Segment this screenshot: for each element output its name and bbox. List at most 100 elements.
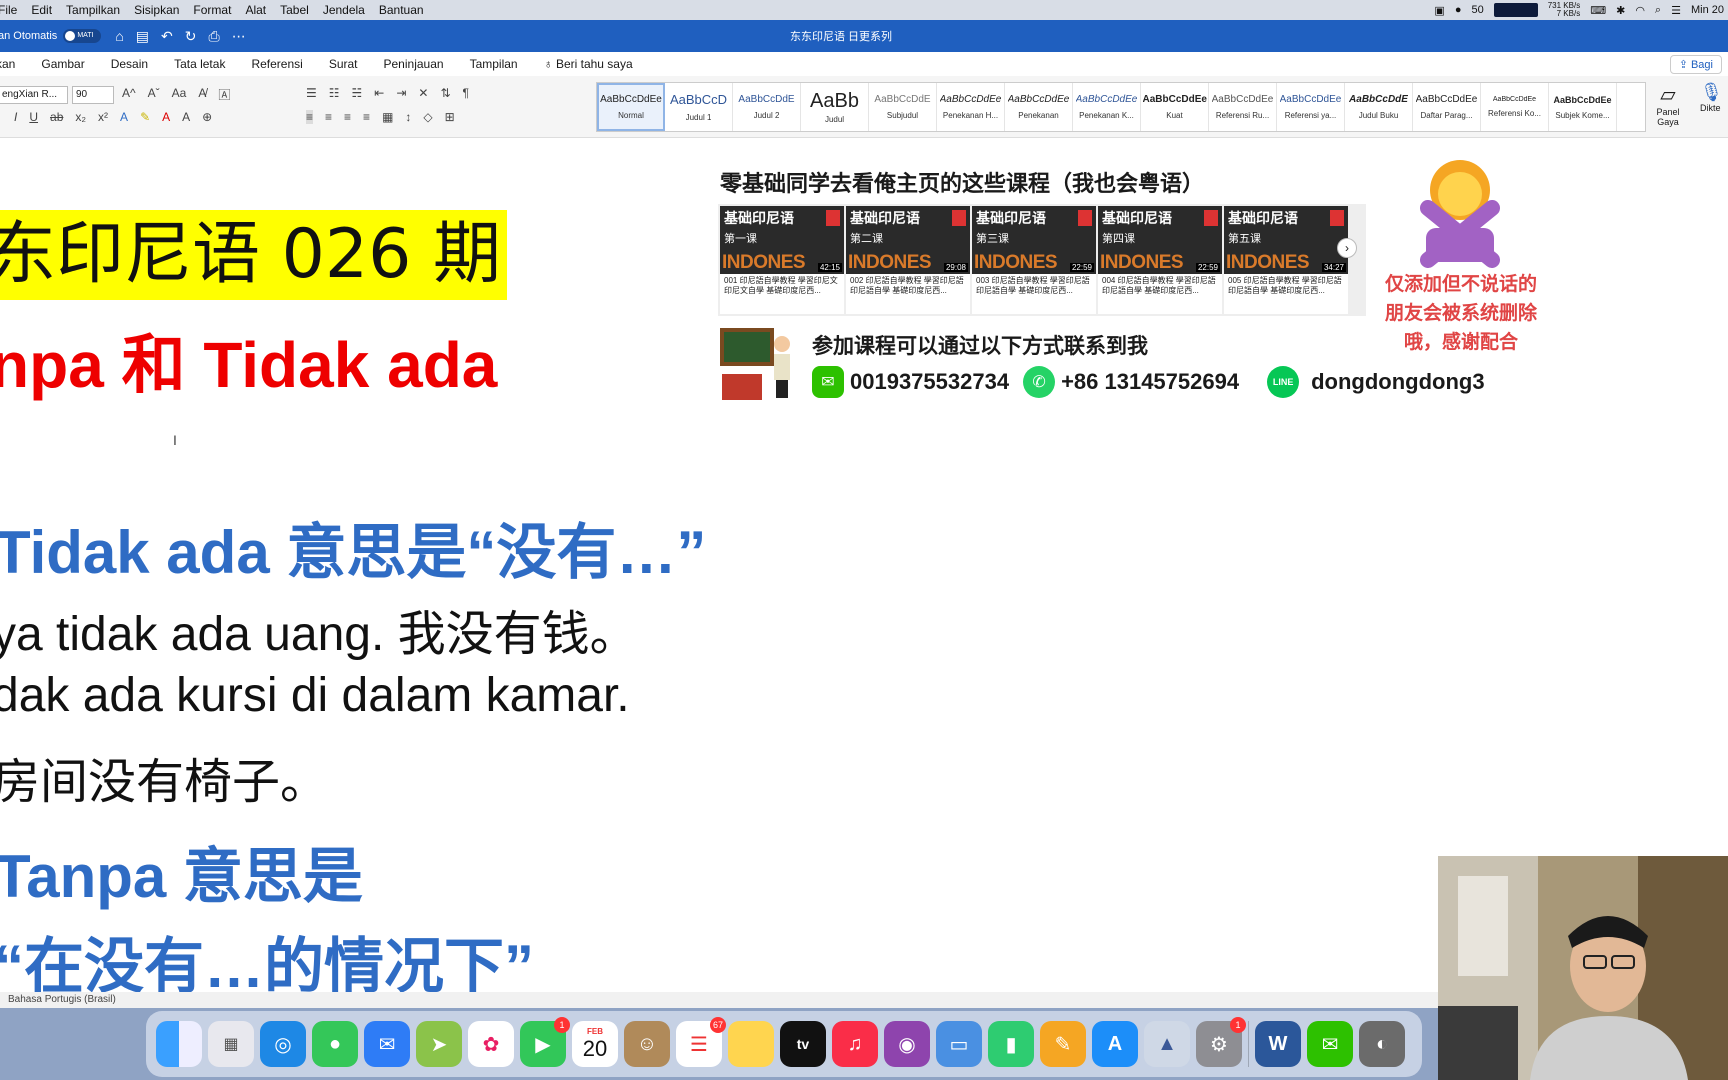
launchpad-icon[interactable]: ▦ (208, 1021, 254, 1067)
screen-recorder-icon[interactable]: ◐ (1359, 1021, 1405, 1067)
align-right-icon[interactable]: ≡ (344, 110, 351, 124)
sort-icon[interactable]: ⇅ (440, 86, 450, 100)
menu-edit[interactable]: Edit (31, 3, 52, 17)
style-subtle-emphasis[interactable]: AaBbCcDdEe Penekanan H... (937, 83, 1005, 131)
shrink-font-icon[interactable]: Aˇ (148, 86, 160, 103)
menu-insert[interactable]: Sisipkan (134, 3, 179, 17)
maps-icon[interactable]: ➤ (416, 1021, 462, 1067)
tab-draw[interactable]: Gambar (41, 57, 84, 71)
calendar-icon[interactable]: FEB 20 (572, 1021, 618, 1067)
redo-icon[interactable]: ↻ (185, 28, 197, 45)
tab-references[interactable]: Referensi (251, 57, 302, 71)
font-name-select[interactable]: engXian R... (0, 86, 68, 104)
control-center-icon[interactable]: ☰ (1671, 4, 1681, 17)
bullets-icon[interactable]: ☰ (306, 86, 317, 100)
photos-icon[interactable]: ✿ (468, 1021, 514, 1067)
tab-mailings[interactable]: Surat (329, 57, 358, 71)
proofing-language[interactable]: Bahasa Portugis (Brasil) (8, 994, 116, 1005)
keynote-icon[interactable]: ▭ (936, 1021, 982, 1067)
highlight-icon[interactable]: ✎ (140, 110, 150, 124)
style-comment-subject[interactable]: AaBbCcDdEe Subjek Kome... (1549, 83, 1617, 131)
menu-help[interactable]: Bantuan (379, 3, 424, 17)
numbers-icon[interactable]: ▮ (988, 1021, 1034, 1067)
course-card[interactable]: 基础印尼语 第四课 INDONES 22:59 004 印尼語自學教程 學習印尼語 印… (1098, 206, 1222, 314)
more-icon[interactable]: ⋯ (232, 28, 246, 45)
change-case-icon[interactable]: Aa (172, 86, 187, 103)
launcher-rocket-icon[interactable]: ▲ (1144, 1021, 1190, 1067)
word-icon[interactable]: W (1255, 1021, 1301, 1067)
style-strong[interactable]: AaBbCcDdEe Kuat (1141, 83, 1209, 131)
style-list-paragraph[interactable]: AaBbCcDdEe Daftar Parag... (1413, 83, 1481, 131)
course-card[interactable]: 基础印尼语 第一课 INDONES 42:15 001 印尼語自學教程 學習印尼文 印… (720, 206, 844, 314)
style-book-title[interactable]: AaBbCcDdE Judul Buku (1345, 83, 1413, 131)
style-quote[interactable]: AaBbCcDdEe Referensi Ru... (1209, 83, 1277, 131)
subscript-icon[interactable]: x₂ (75, 110, 86, 124)
bluetooth-icon[interactable]: ✱ (1616, 4, 1625, 17)
clear-format-icon[interactable]: A̸ (198, 86, 206, 103)
align-left-icon[interactable]: ≡ (306, 110, 314, 124)
course-card[interactable]: 基础印尼语 第五课 INDONES 34:27 005 印尼語自學教程 學習印尼語 印… (1224, 206, 1348, 314)
styles-pane-button[interactable]: ▱ Panel Gaya (1650, 82, 1686, 127)
justify-icon[interactable]: ≡ (363, 110, 370, 124)
style-heading-1[interactable]: AaBbCcD Judul 1 (665, 83, 733, 131)
contacts-icon[interactable]: ☺ (624, 1021, 670, 1067)
grow-font-icon[interactable]: A^ (122, 86, 136, 103)
keyboard-icon[interactable]: ⌨ (1590, 4, 1606, 17)
strikethrough-icon[interactable]: ab (50, 110, 63, 124)
wechat-app-icon[interactable]: ✉ (1307, 1021, 1353, 1067)
wifi-icon[interactable]: ◠ (1635, 4, 1645, 17)
style-emphasis[interactable]: AaBbCcDdEe Penekanan (1005, 83, 1073, 131)
safari-icon[interactable]: ◎ (260, 1021, 306, 1067)
style-normal[interactable]: AaBbCcDdEe Normal (597, 83, 665, 131)
podcasts-icon[interactable]: ◉ (884, 1021, 930, 1067)
notes-icon[interactable] (728, 1021, 774, 1067)
share-button[interactable]: ⇪ Bagi (1669, 55, 1722, 74)
save-icon[interactable]: ▤ (136, 28, 149, 45)
menu-table[interactable]: Tabel (280, 3, 309, 17)
tab-view[interactable]: Tampilan (470, 57, 518, 71)
screen-record-icon[interactable]: ▣ (1434, 4, 1444, 17)
finder-icon[interactable] (156, 1021, 202, 1067)
font-color-icon[interactable]: A (162, 110, 170, 124)
multilevel-icon[interactable]: ☵ (352, 86, 363, 100)
borders-icon[interactable]: ⊞ (445, 110, 455, 124)
reminders-icon[interactable]: ☰ 67 (676, 1017, 726, 1067)
mail-icon[interactable]: ✉ (364, 1021, 410, 1067)
align-center-icon[interactable]: ≡ (325, 110, 332, 124)
shading-icon[interactable]: ◇ (423, 110, 432, 124)
underline-icon[interactable]: U (29, 110, 38, 124)
dictate-button[interactable]: 🎙 Dikte (1700, 82, 1723, 113)
menu-tools[interactable]: Alat (245, 3, 266, 17)
undo-icon[interactable]: ↶ (161, 28, 173, 45)
document-title[interactable]: 东东印尼语 日更系列 (790, 28, 892, 44)
line-spacing-icon[interactable]: ↕ (405, 110, 411, 124)
app-store-icon[interactable]: A (1092, 1021, 1138, 1067)
show-marks-icon[interactable]: ¶ (463, 86, 469, 100)
course-card[interactable]: 基础印尼语 第三课 INDONES 22:59 003 印尼語自學教程 學習印尼語 印… (972, 206, 1096, 314)
home-icon[interactable]: ⌂ (115, 28, 123, 45)
pages-icon[interactable]: ✎ (1040, 1021, 1086, 1067)
char-border-icon[interactable]: 🄰 (218, 86, 230, 103)
char-shading-icon[interactable]: A (182, 110, 190, 124)
style-comment-ref[interactable]: AaBbCcDdEe Referensi Ko... (1481, 83, 1549, 131)
text-effects-icon[interactable]: A (120, 110, 128, 124)
style-heading-2[interactable]: AaBbCcDdE Judul 2 (733, 83, 801, 131)
menu-file[interactable]: File (0, 3, 17, 17)
autosave-toggle[interactable]: MATI (63, 29, 102, 43)
enclose-char-icon[interactable]: ⊕ (202, 110, 212, 124)
wechat-status-icon[interactable]: ● (1455, 4, 1462, 16)
course-card[interactable]: 基础印尼语 第二课 INDONES 29:08 002 印尼語自學教程 學習印尼語 印… (846, 206, 970, 314)
numbering-icon[interactable]: ☷ (329, 86, 340, 100)
font-size-select[interactable]: 90 (72, 86, 114, 104)
tv-icon[interactable]: tv (780, 1021, 826, 1067)
menu-window[interactable]: Jendela (323, 3, 365, 17)
music-icon[interactable]: ♫ (832, 1021, 878, 1067)
style-intense-quote[interactable]: AaBbCcDdEe Referensi ya... (1277, 83, 1345, 131)
menu-format[interactable]: Format (193, 3, 231, 17)
distributed-icon[interactable]: ▦ (382, 110, 393, 124)
style-intense-emphasis[interactable]: AaBbCcDdEe Penekanan K... (1073, 83, 1141, 131)
messages-icon[interactable]: ● (312, 1021, 358, 1067)
italic-icon[interactable]: I (14, 110, 17, 124)
tab-layout[interactable]: Tata letak (174, 57, 225, 71)
increase-indent-icon[interactable]: ⇥ (396, 86, 406, 100)
